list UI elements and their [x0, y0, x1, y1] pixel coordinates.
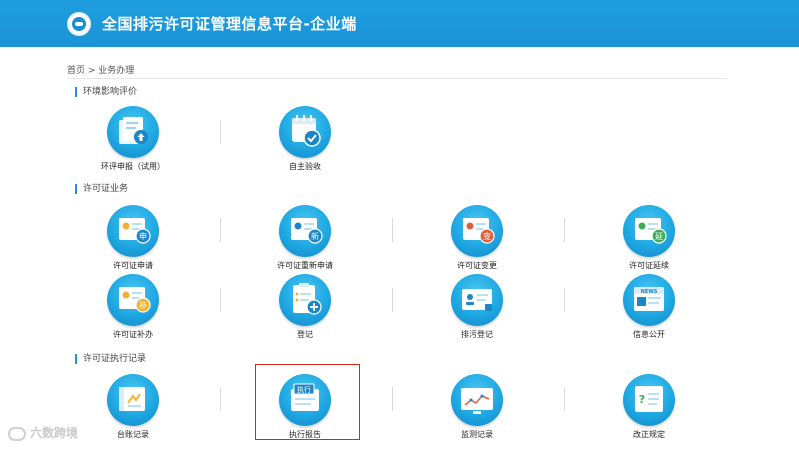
section-title-env-assessment: 环境影响评价: [75, 87, 137, 97]
tile-label: 许可证补办: [113, 330, 153, 339]
certificate-apply-icon: 申: [107, 205, 159, 257]
clipboard-add-icon: [279, 274, 331, 326]
tile-divider: [564, 387, 565, 411]
breadcrumb-separator: >: [85, 66, 99, 76]
news-icon: NEWS: [623, 274, 675, 326]
tile-register[interactable]: 登记: [245, 274, 365, 348]
breadcrumb: 首页 > 业务办理: [67, 63, 134, 76]
tile-permit-change[interactable]: 变 许可证变更: [417, 205, 537, 279]
tile-divider: [392, 218, 393, 242]
tile-ledger-records[interactable]: 台账记录: [73, 374, 193, 448]
news-badge: NEWS: [641, 289, 658, 295]
tile-label: 信息公开: [633, 330, 665, 339]
tile-label: 改正规定: [633, 430, 665, 439]
id-card-icon: [451, 274, 503, 326]
question-badge: ?: [639, 393, 645, 406]
ledger-icon: [107, 374, 159, 426]
certificate-new-icon: 新: [279, 205, 331, 257]
env-report-upload-icon: [107, 106, 159, 158]
watermark: 六数跨境: [8, 424, 78, 441]
tile-monitoring-records[interactable]: 监测记录: [417, 374, 537, 448]
badge-change: 变: [483, 231, 491, 241]
tile-env-report[interactable]: 环评申报（试用）: [73, 106, 193, 180]
tile-divider: [220, 288, 221, 312]
tile-permit-extend[interactable]: 延 许可证延续: [589, 205, 709, 279]
tile-label: 环评申报（试用）: [101, 162, 165, 171]
badge-extend: 延: [655, 231, 663, 241]
certificate-extend-icon: 延: [623, 205, 675, 257]
monitor-chart-icon: [451, 374, 503, 426]
calendar-check-icon: [279, 106, 331, 158]
app-title: 全国排污许可证管理信息平台-企业端: [102, 15, 357, 33]
certificate-change-icon: 变: [451, 205, 503, 257]
tile-permit-reissue[interactable]: 补 许可证补办: [73, 274, 193, 348]
tile-divider: [392, 288, 393, 312]
tile-divider: [220, 387, 221, 411]
breadcrumb-current: 业务办理: [98, 66, 135, 76]
breadcrumb-divider: [67, 78, 727, 79]
tile-label: 监测记录: [461, 430, 493, 439]
tile-divider: [220, 120, 221, 144]
selection-highlight-box: [255, 364, 360, 440]
tile-discharge-registration[interactable]: 排污登记: [417, 274, 537, 348]
tile-label: 排污登记: [461, 330, 493, 339]
tile-permit-reapply[interactable]: 新 许可证重新申请: [245, 205, 365, 279]
certificate-reissue-icon: 补: [107, 274, 159, 326]
tile-label: 许可证延续: [629, 261, 669, 270]
tile-rectification[interactable]: ? 改正规定: [589, 374, 709, 448]
ministry-logo-icon: [67, 12, 91, 36]
breadcrumb-home-link[interactable]: 首页: [67, 66, 85, 76]
tile-permit-apply[interactable]: 申 许可证申请: [73, 205, 193, 279]
tile-label: 自主验收: [289, 162, 321, 171]
question-doc-icon: ?: [623, 374, 675, 426]
tile-label: 台账记录: [117, 430, 149, 439]
badge-apply: 申: [139, 231, 147, 241]
tile-self-acceptance[interactable]: 自主验收: [245, 106, 365, 180]
watermark-logo-icon: [8, 426, 26, 441]
tile-info-disclosure[interactable]: NEWS 信息公开: [589, 274, 709, 348]
tile-divider: [392, 387, 393, 411]
tile-divider: [564, 288, 565, 312]
tile-label: 许可证变更: [457, 261, 497, 270]
tile-label: 许可证申请: [113, 261, 153, 270]
tile-divider: [220, 218, 221, 242]
top-header-bar: 全国排污许可证管理信息平台-企业端: [0, 0, 799, 47]
tile-label: 许可证重新申请: [277, 261, 333, 270]
section-title-permit-records: 许可证执行记录: [75, 354, 146, 364]
badge-reissue: 补: [139, 300, 147, 310]
tile-divider: [564, 218, 565, 242]
watermark-text: 六数跨境: [30, 426, 79, 440]
badge-renew: 新: [311, 231, 319, 241]
tile-label: 登记: [297, 330, 313, 339]
section-title-permit-business: 许可证业务: [75, 184, 128, 194]
